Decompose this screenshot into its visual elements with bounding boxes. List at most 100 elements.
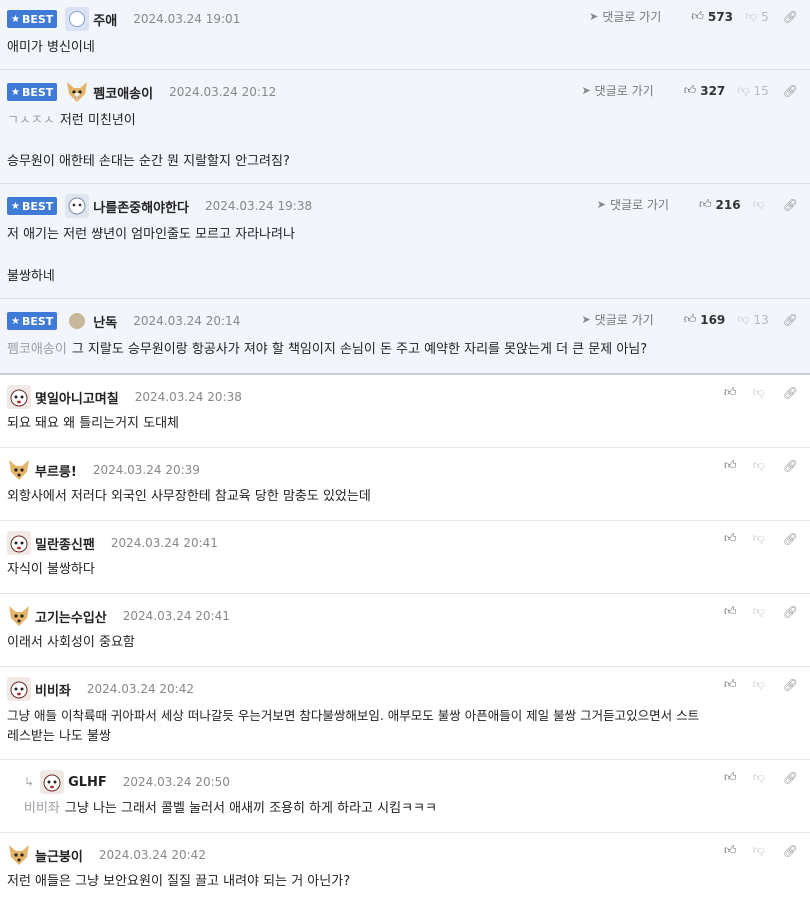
thumbs-down-icon: 👎︎ [752,385,765,399]
downvote-button[interactable]: 👎︎ [753,770,769,785]
send-arrow-icon: ➤ [581,313,591,326]
upvote-button[interactable]: 👍︎ 573 [691,9,733,24]
comment-date: 2024.03.24 19:01 [133,12,241,26]
comment-date: 2024.03.24 20:41 [122,609,230,623]
downvote-button[interactable]: 👎︎ 15 [737,83,768,98]
link-icon[interactable]: 🔗︎ [783,10,798,24]
nickname[interactable]: 몇일아니고며칠 [35,388,119,407]
link-icon[interactable]: 🔗︎ [783,605,798,619]
comment-header: ★ BEST 주애 2024.03.24 19:01 [7,7,240,31]
nickname[interactable]: 주애 [93,10,117,29]
comment-header: 고기는수입산 2024.03.24 20:41 [7,604,230,628]
comment-header: 밀란종신팬 2024.03.24 20:41 [7,531,218,555]
downvote-button[interactable]: 👎︎ [753,677,769,692]
avatar[interactable] [65,80,89,104]
comment-date: 2024.03.24 20:12 [169,85,277,99]
upvote-button[interactable]: 👍︎ [724,843,741,858]
avatar[interactable] [7,385,31,409]
dog-icon [9,460,29,480]
link-icon[interactable]: 🔗︎ [783,844,798,858]
comment-date: 2024.03.24 20:42 [86,682,194,696]
goto-comment-link[interactable]: ➤ 댓글로 가기 [589,8,661,25]
face-icon [7,531,31,555]
avatar[interactable] [65,7,90,31]
downvote-button[interactable]: 👎︎ [753,843,769,858]
downvote-button[interactable]: 👎︎ [753,604,769,619]
upvote-button[interactable]: 👍︎ [724,385,741,400]
thumbs-down-icon: 👎︎ [752,197,765,211]
goto-comment-link[interactable]: ➤ 댓글로 가기 [597,196,669,213]
comment-actions: ➤ 댓글로 가기 👍︎ 327 👎︎ 15 🔗︎ [581,82,798,99]
avatar[interactable] [7,604,31,628]
link-icon[interactable]: 🔗︎ [783,771,798,785]
nickname[interactable]: 난독 [93,312,117,331]
mention[interactable]: 비비좌 [24,801,60,816]
goto-comment-link[interactable]: ➤ 댓글로 가기 [581,82,653,99]
avatar[interactable] [69,313,86,329]
link-icon[interactable]: 🔗︎ [783,84,798,98]
link-icon[interactable]: 🔗︎ [783,532,798,546]
link-icon[interactable]: 🔗︎ [783,198,798,212]
nickname[interactable]: 늘근붕이 [35,846,83,865]
nickname[interactable]: 나를존중해야한다 [93,197,189,216]
avatar[interactable] [7,531,31,555]
thumbs-up-icon: 👍︎ [724,531,737,545]
link-icon[interactable]: 🔗︎ [783,459,798,473]
downvote-button[interactable]: 👎︎ [753,385,769,400]
send-arrow-icon: ➤ [581,84,591,97]
star-icon: ★ [11,315,20,327]
nickname[interactable]: 밀란종신팬 [35,534,95,553]
avatar[interactable] [7,677,31,701]
comment-text: 자식이 불쌍하다 [7,562,95,577]
upvote-button[interactable]: 👍︎ 169 [684,312,726,327]
avatar[interactable] [65,194,90,218]
downvote-button[interactable]: 👎︎ 13 [737,312,768,327]
comment-actions: ➤ 댓글로 가기 👍︎ 573 👎︎ 5 🔗︎ [589,8,798,25]
link-icon[interactable]: 🔗︎ [783,678,798,692]
downvote-button[interactable]: 👎︎ [753,458,769,473]
comment-actions: 👍︎ 👎︎ 🔗︎ [712,677,798,692]
avatar[interactable] [7,458,31,482]
dog-icon [9,606,29,626]
face-icon [7,385,31,409]
comment-best-2: ★ BEST 펨코애송이 2024.03.24 20:12 ➤ 댓글로 가기 👍︎ 3… [0,70,810,184]
comment: 몇일아니고며칠 2024.03.24 20:38 👍︎ 👎︎ 🔗︎ 되요 돼요 … [0,375,810,448]
comment: 비비좌 2024.03.24 20:42 👍︎ 👎︎ 🔗︎ 그냥 애들 이착륙때… [0,667,810,760]
dog-icon [9,845,29,865]
thumbs-down-icon: 👎︎ [737,83,750,97]
comment-date: 2024.03.24 20:14 [133,314,241,328]
thumbs-up-icon: 👍︎ [724,385,737,399]
nickname[interactable]: 펨코애송이 [93,83,153,102]
comment-text: 저런 애들은 그냥 보안요원이 질질 끌고 내려야 되는 거 아닌가? [7,874,351,889]
upvote-button[interactable]: 👍︎ [724,604,741,619]
mention[interactable]: ㄱㅅㅈㅅ [7,113,55,128]
mention[interactable]: 펨코애송이 [7,342,67,357]
comment-header: ★ BEST 나를존중해야한다 2024.03.24 19:38 [7,194,312,218]
nickname[interactable]: 고기는수입산 [35,607,107,626]
thumbs-up-icon: 👍︎ [691,9,704,23]
link-icon[interactable]: 🔗︎ [783,386,798,400]
upvote-button[interactable]: 👍︎ [724,458,741,473]
avatar[interactable] [40,770,65,794]
comment-header: 몇일아니고며칠 2024.03.24 20:38 [7,385,242,409]
nickname[interactable]: GLHF [68,775,107,790]
upvote-button[interactable]: 👍︎ [724,677,741,692]
nickname[interactable]: 부르릉! [35,461,77,480]
upvote-button[interactable]: 👍︎ 216 [699,197,741,212]
thumbs-down-icon: 👎︎ [752,770,765,784]
nickname[interactable]: 비비좌 [35,680,71,699]
downvote-button[interactable]: 👎︎ [753,531,769,546]
comment-date: 2024.03.24 20:39 [92,463,200,477]
upvote-button[interactable]: 👍︎ [724,531,741,546]
upvote-button[interactable]: 👍︎ [724,770,741,785]
downvote-button[interactable]: 👎︎ [753,197,769,212]
thumbs-up-icon: 👍︎ [698,197,712,211]
comment-date: 2024.03.24 20:42 [98,848,206,862]
downvote-button[interactable]: 👎︎ 5 [745,9,769,24]
comment-text: 외항사에서 저러다 외국인 사무장한테 참교육 당한 맘충도 있었는데 [7,489,371,504]
upvote-button[interactable]: 👍︎ 327 [684,83,726,98]
avatar[interactable] [7,843,31,867]
thumbs-up-icon: 👍︎ [683,83,697,97]
goto-comment-link[interactable]: ➤ 댓글로 가기 [581,311,653,328]
link-icon[interactable]: 🔗︎ [783,313,798,327]
